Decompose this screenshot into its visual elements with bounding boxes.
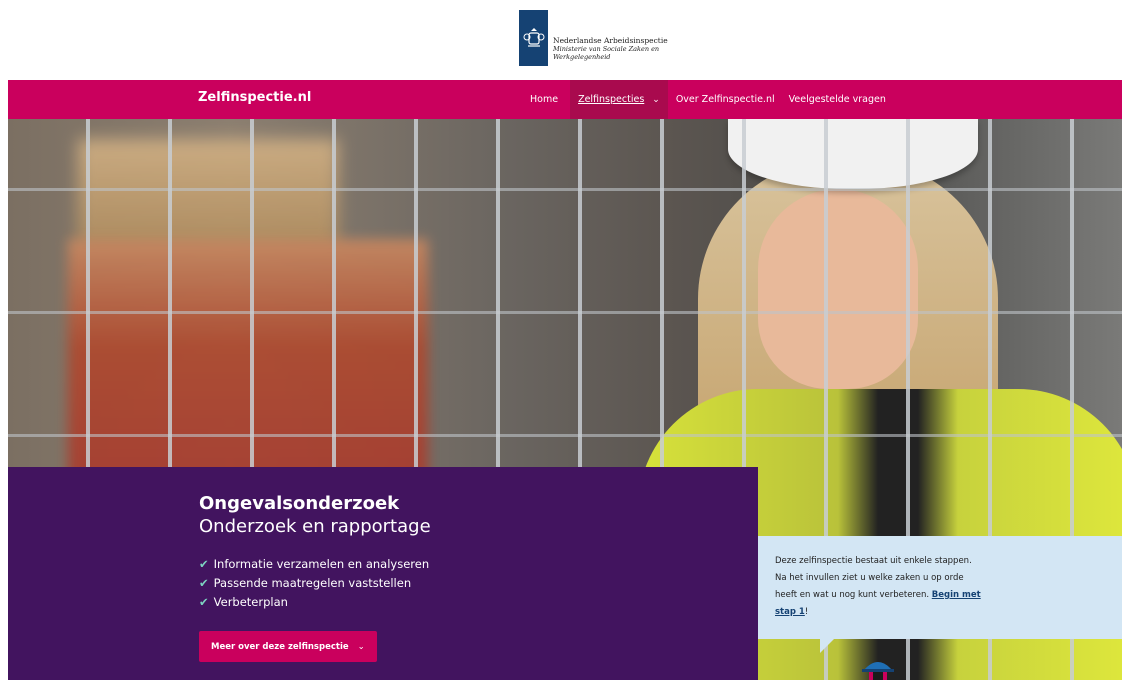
logo-title: Nederlandse Arbeidsinspectie: [553, 36, 668, 45]
nav-item-faq[interactable]: Veelgestelde vragen: [789, 94, 886, 105]
info-text-end: !: [804, 607, 809, 617]
panel-title: Ongevalsonderzoek: [199, 493, 400, 514]
logo-subtitle-1: Ministerie van Sociale Zaken en: [553, 45, 660, 53]
checkmark-icon: ✔: [199, 595, 209, 609]
list-item: ✔ Informatie verzamelen en analyseren: [199, 555, 429, 574]
inspection-panel: Ongevalsonderzoek Onderzoek en rapportag…: [8, 467, 758, 680]
nav-item-over[interactable]: Over Zelfinspectie.nl: [676, 94, 775, 105]
info-text: Deze zelfinspectie bestaat uit enkele st…: [775, 553, 985, 621]
brand-link[interactable]: Zelfinspectie.nl: [198, 90, 311, 105]
nav-item-zelfinspecties[interactable]: Zelfinspecties ⌄: [570, 80, 668, 119]
checkmark-icon: ✔: [199, 557, 209, 571]
nav-menu: Home Zelfinspecties ⌄ Over Zelfinspectie…: [530, 80, 900, 119]
checkmark-icon: ✔: [199, 576, 209, 590]
steps-info-box: Deze zelfinspectie bestaat uit enkele st…: [758, 536, 1122, 639]
nav-item-label: Zelfinspecties: [578, 94, 645, 105]
button-label: Meer over deze zelfinspectie: [211, 641, 349, 652]
nav-item-home[interactable]: Home: [530, 94, 558, 105]
more-info-button[interactable]: Meer over deze zelfinspectie ⌄: [199, 631, 377, 662]
inspector-mascot-icon: [862, 662, 894, 680]
list-item-label: Informatie verzamelen en analyseren: [213, 557, 430, 571]
list-item-label: Passende maatregelen vaststellen: [213, 576, 412, 590]
chevron-down-icon: ⌄: [652, 94, 660, 105]
chevron-down-icon: ⌄: [357, 641, 365, 652]
bullet-list: ✔ Informatie verzamelen en analyseren ✔ Pa…: [199, 555, 429, 612]
logo-text: Nederlandse Arbeidsinspectie Ministerie …: [553, 36, 668, 62]
list-item: ✔ Passende maatregelen vaststellen: [199, 574, 429, 593]
list-item: ✔ Verbeterplan: [199, 593, 429, 612]
logo-subtitle-2: Werkgelegenheid: [553, 53, 611, 61]
speech-bubble-tail: [820, 639, 834, 653]
logo-bar: [519, 10, 548, 66]
government-logo[interactable]: Nederlandse Arbeidsinspectie Ministerie …: [519, 10, 668, 66]
coat-of-arms-icon: [523, 28, 544, 47]
main-nav: Zelfinspectie.nl Home Zelfinspecties ⌄ O…: [8, 80, 1122, 119]
panel-subtitle: Onderzoek en rapportage: [199, 516, 431, 537]
list-item-label: Verbeterplan: [213, 595, 288, 609]
